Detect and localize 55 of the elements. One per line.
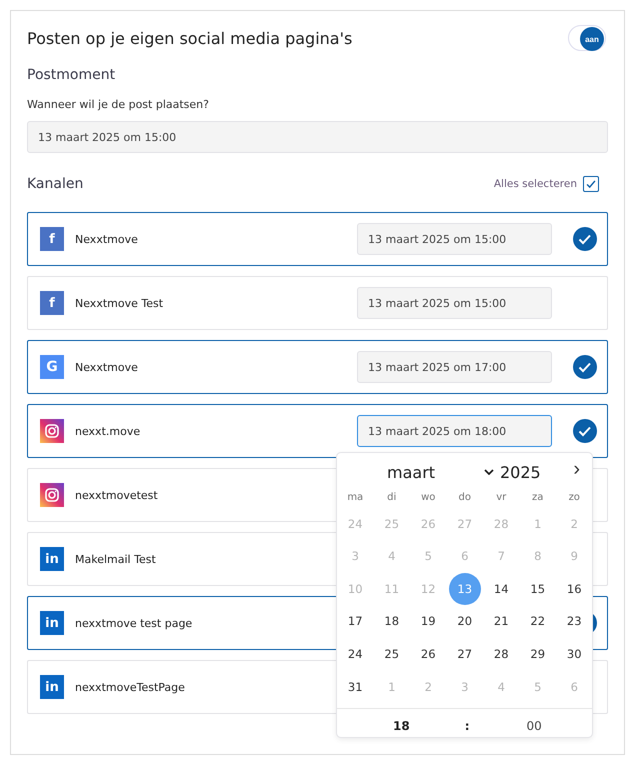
calendar-day[interactable]: 20 bbox=[448, 605, 481, 638]
check-icon[interactable] bbox=[573, 419, 597, 443]
check-icon[interactable] bbox=[573, 227, 597, 251]
channel-name: nexxtmoveTestPage bbox=[75, 680, 186, 694]
select-all-checkbox[interactable] bbox=[583, 176, 599, 192]
channel-name: nexxtmove test page bbox=[75, 616, 194, 630]
camera-icon bbox=[40, 419, 64, 443]
channel-row[interactable]: nexxt.move 13 maart 2025 om 18:00 bbox=[27, 404, 608, 458]
weekday-label: za bbox=[531, 491, 544, 505]
date-field[interactable]: 13 maart 2025 om 17:00 bbox=[357, 351, 552, 383]
calendar-day[interactable]: 21 bbox=[485, 605, 518, 638]
weekday-label: di bbox=[386, 491, 398, 505]
hour-field[interactable]: 18 bbox=[393, 718, 410, 733]
channel-row[interactable]: f Nexxtmove 13 maart 2025 om 15:00 bbox=[27, 212, 608, 266]
logo-icon: in bbox=[40, 675, 64, 699]
weekday-label: ma bbox=[346, 491, 364, 505]
date-field[interactable]: 13 maart 2025 om 18:00 bbox=[357, 415, 552, 447]
check-icon[interactable] bbox=[573, 355, 597, 379]
camera-icon bbox=[40, 483, 64, 507]
logo-icon: G bbox=[40, 355, 64, 379]
logo-icon: f bbox=[40, 227, 64, 251]
section-heading: Postmoment bbox=[27, 67, 116, 83]
logo-icon: f bbox=[40, 291, 64, 315]
channel-row[interactable]: f Nexxtmove Test 13 maart 2025 om 15:00 bbox=[27, 276, 608, 330]
calendar-day[interactable]: 19 bbox=[412, 605, 444, 638]
minute-field[interactable]: 00 bbox=[526, 718, 542, 733]
date-field[interactable]: 13 maart 2025 om 15:00 bbox=[357, 223, 552, 255]
channel-name: nexxt.move bbox=[75, 424, 142, 438]
channel-name: Makelmail Test bbox=[75, 552, 157, 566]
logo-icon: in bbox=[40, 611, 64, 635]
weekday-label: vr bbox=[495, 491, 508, 505]
calendar-day[interactable]: 22 bbox=[522, 605, 554, 638]
channel-row[interactable]: G Nexxtmove 13 maart 2025 om 17:00 bbox=[27, 340, 608, 394]
select-all-label: Alles selecteren bbox=[494, 178, 577, 190]
calendar-day[interactable]: 23 bbox=[558, 605, 590, 638]
channel-name: Nexxtmove bbox=[75, 232, 139, 246]
calendar-day[interactable]: 31 bbox=[339, 670, 372, 703]
channel-name: nexxtmovetest bbox=[75, 488, 159, 502]
weekday-label: zo bbox=[568, 491, 581, 505]
weekday-label: wo bbox=[420, 491, 436, 505]
channel-name: Nexxtmove bbox=[75, 360, 139, 374]
toggle-switch[interactable]: aan bbox=[568, 25, 606, 51]
logo-icon: in bbox=[40, 547, 64, 571]
chevron-down-icon bbox=[484, 469, 494, 475]
section-title: Posten op je eigen social media pagina's bbox=[27, 28, 352, 48]
date-field[interactable]: 13 maart 2025 om 15:00 bbox=[357, 287, 552, 319]
weekday-label: do bbox=[458, 491, 472, 505]
channel-name: Nexxtmove Test bbox=[75, 296, 164, 310]
date-field[interactable]: 13 maart 2025 om 15:00 bbox=[27, 121, 608, 153]
time-separator: : bbox=[464, 718, 470, 733]
section-heading: Kanalen bbox=[27, 176, 84, 192]
toggle-knob: aan bbox=[580, 27, 604, 51]
field-label: Wanneer wil je de post plaatsen? bbox=[27, 98, 210, 111]
calendar-day[interactable]: 18 bbox=[376, 605, 408, 638]
calendar-day[interactable]: 17 bbox=[339, 605, 372, 638]
